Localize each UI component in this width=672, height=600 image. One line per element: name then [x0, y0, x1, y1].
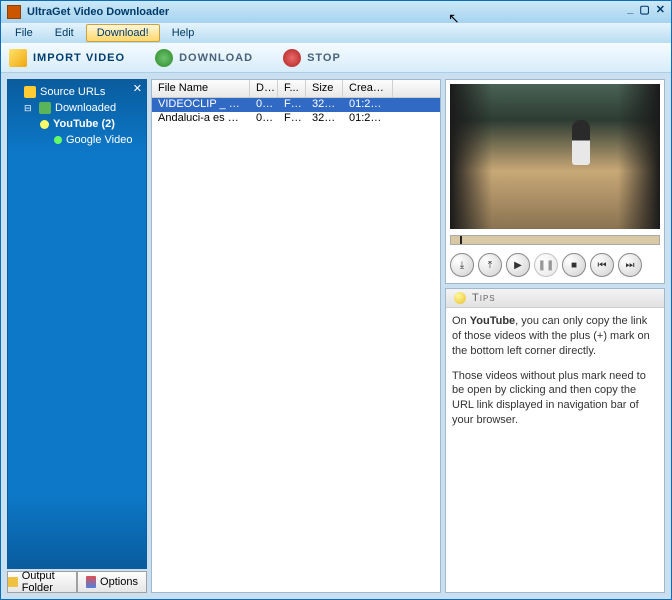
- stop-button[interactable]: Stop: [283, 49, 341, 67]
- tips-label: Tips: [472, 292, 496, 304]
- tips-body: On YouTube, you can only copy the link o…: [446, 308, 664, 444]
- video-thumbnail[interactable]: [450, 84, 660, 229]
- menu-download[interactable]: Download!: [86, 24, 160, 42]
- download-label: Download: [179, 52, 253, 64]
- titlebar[interactable]: UltraGet Video Downloader _ ▢ ✕: [1, 1, 671, 23]
- toolbar: Import Video Download Stop: [1, 43, 671, 73]
- play-button[interactable]: ▶: [506, 253, 530, 277]
- pause-button[interactable]: ❚❚: [534, 253, 558, 277]
- col-created[interactable]: Created: [343, 80, 393, 97]
- source-tree[interactable]: ✕ Source URLs ⊟ Downloaded YouTube (2) G…: [7, 79, 147, 569]
- scrub-marker[interactable]: [460, 236, 462, 244]
- globe-icon: [24, 86, 36, 98]
- table-row[interactable]: VIDEOCLIP _ LE PID... 00... FLV1 320... …: [152, 98, 440, 112]
- col-duration[interactable]: D...: [250, 80, 278, 97]
- sidebar-close-icon[interactable]: ✕: [133, 82, 142, 95]
- stop-icon: [283, 49, 301, 67]
- tips-panel: Tips On YouTube, you can only copy the l…: [445, 288, 665, 593]
- stop-label: Stop: [307, 52, 341, 64]
- playback-controls: ⤓ ⤒ ▶ ❚❚ ■ ⏮ ⏭: [450, 249, 660, 279]
- tree-google-video[interactable]: Google Video: [10, 132, 144, 148]
- seek-fwd-button[interactable]: ⤒: [478, 253, 502, 277]
- downloaded-icon: [39, 102, 51, 114]
- tree-youtube[interactable]: YouTube (2): [10, 116, 144, 132]
- options-button[interactable]: Options: [77, 571, 147, 593]
- window-controls: _ ▢ ✕: [627, 3, 665, 16]
- output-folder-button[interactable]: Output Folder: [7, 571, 77, 593]
- bulb-icon: [454, 292, 466, 304]
- video-preview-panel: ⤓ ⤒ ▶ ❚❚ ■ ⏮ ⏭: [445, 79, 665, 284]
- download-icon: [155, 49, 173, 67]
- import-video-button[interactable]: Import Video: [9, 49, 125, 67]
- prev-button[interactable]: ⏮: [590, 253, 614, 277]
- next-button[interactable]: ⏭: [618, 253, 642, 277]
- col-format[interactable]: F...: [278, 80, 306, 97]
- menu-edit[interactable]: Edit: [45, 25, 84, 41]
- app-title: UltraGet Video Downloader: [27, 6, 169, 18]
- app-window: ↖ UltraGet Video Downloader _ ▢ ✕ File E…: [0, 0, 672, 600]
- file-list-panel: File Name D... F... Size Created VIDEOCL…: [151, 79, 441, 593]
- seek-back-button[interactable]: ⤓: [450, 253, 474, 277]
- menubar: File Edit Download! Help: [1, 23, 671, 43]
- bullet-icon: [40, 120, 49, 129]
- stop-playback-button[interactable]: ■: [562, 253, 586, 277]
- menu-file[interactable]: File: [5, 25, 43, 41]
- menu-help[interactable]: Help: [162, 25, 205, 41]
- sidebar: ✕ Source URLs ⊟ Downloaded YouTube (2) G…: [7, 79, 147, 593]
- close-button[interactable]: ✕: [656, 3, 665, 16]
- folder-up-icon: [9, 49, 27, 67]
- download-button[interactable]: Download: [155, 49, 253, 67]
- options-icon: [86, 576, 96, 588]
- table-row[interactable]: Andaluci-a es de cin... 00... FLV1 320..…: [152, 112, 440, 126]
- tree-source-urls[interactable]: Source URLs: [10, 84, 144, 100]
- video-scene: [450, 84, 660, 229]
- table-header: File Name D... F... Size Created: [152, 80, 440, 98]
- folder-icon: [8, 577, 18, 587]
- right-panel: ⤓ ⤒ ▶ ❚❚ ■ ⏮ ⏭ Tips On YouTube, you can …: [445, 79, 665, 593]
- col-filename[interactable]: File Name: [152, 80, 250, 97]
- import-label: Import Video: [33, 52, 125, 64]
- app-icon: [7, 5, 21, 19]
- sidebar-bottom: Output Folder Options: [7, 571, 147, 593]
- minimize-button[interactable]: _: [627, 3, 633, 16]
- collapse-icon[interactable]: ⊟: [24, 103, 33, 114]
- col-size[interactable]: Size: [306, 80, 343, 97]
- tree-downloaded[interactable]: ⊟ Downloaded: [10, 100, 144, 116]
- maximize-button[interactable]: ▢: [639, 3, 649, 16]
- main-body: ✕ Source URLs ⊟ Downloaded YouTube (2) G…: [1, 73, 671, 599]
- scrub-bar[interactable]: [450, 235, 660, 245]
- tips-header: Tips: [446, 289, 664, 308]
- bullet-icon: [54, 136, 62, 144]
